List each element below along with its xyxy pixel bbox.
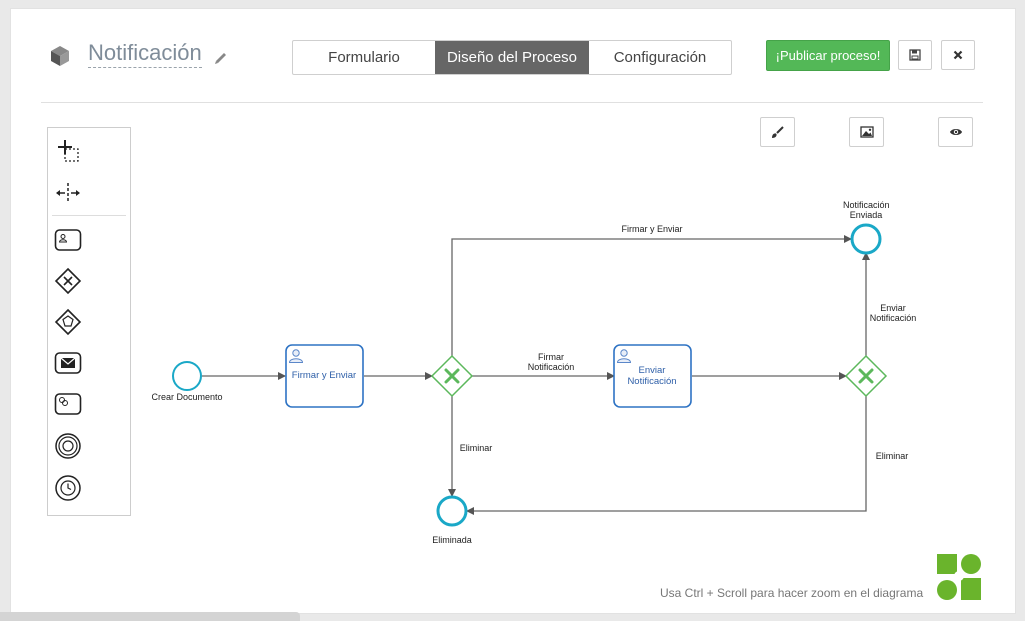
flow-eliminar-2[interactable]	[466, 396, 867, 515]
bpmn-diagram-canvas[interactable]	[11, 9, 1015, 613]
horizontal-scrollbar[interactable]	[0, 612, 300, 621]
task2-label: Enviar Notificación	[627, 365, 677, 387]
end-sent-label: Notificación Enviada	[843, 200, 890, 220]
end-deleted-label: Eliminada	[432, 535, 472, 545]
process-editor-panel: Notificación Formulario Diseño del Proce…	[10, 8, 1016, 614]
app-logo	[935, 552, 983, 607]
flow-send-label: Enviar Notificación	[869, 303, 917, 323]
task1-label: Firmar y Enviar	[291, 370, 357, 381]
flow-middle-label: Firmar Notificación	[527, 352, 575, 372]
flow-delete2-label: Eliminar	[875, 451, 909, 461]
end-event-notificacion-enviada[interactable]	[850, 223, 882, 255]
flow-top-label: Firmar y Enviar	[621, 224, 683, 234]
start-event[interactable]	[172, 361, 202, 391]
flow-delete1-label: Eliminar	[459, 443, 493, 453]
flow-firmar-y-enviar[interactable]	[451, 235, 852, 356]
start-event-label: Crear Documento	[151, 392, 223, 402]
end-event-eliminada[interactable]	[436, 495, 468, 527]
zoom-hint: Usa Ctrl + Scroll para hacer zoom en el …	[660, 586, 924, 600]
